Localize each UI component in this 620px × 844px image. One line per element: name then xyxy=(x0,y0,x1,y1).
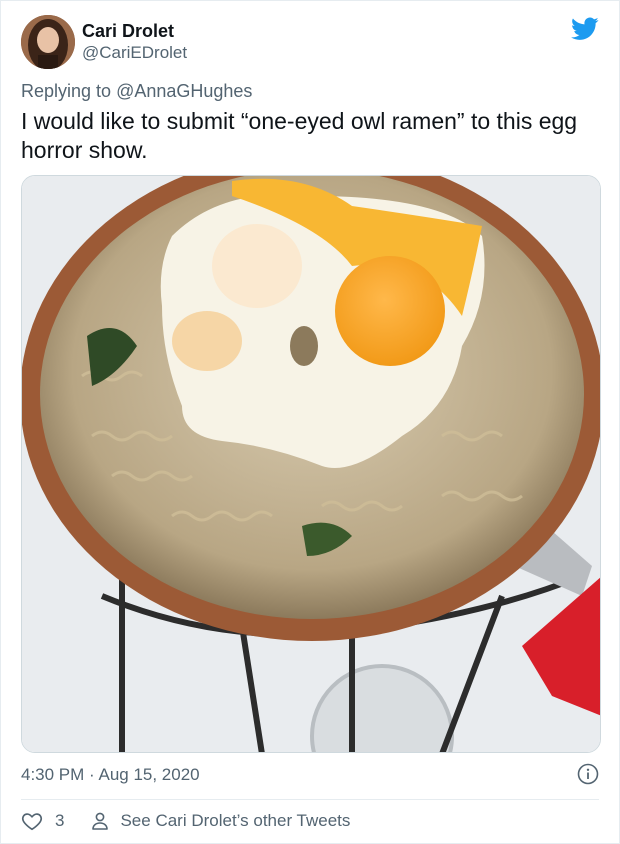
tweet-actions: 3 See Cari Drolet’s other Tweets xyxy=(21,807,350,835)
see-other-tweets-label: See Cari Drolet’s other Tweets xyxy=(120,811,351,830)
avatar[interactable] xyxy=(21,15,75,69)
replying-prefix: Replying to xyxy=(21,81,112,101)
info-icon[interactable] xyxy=(577,763,599,785)
twitter-bird-icon xyxy=(571,17,599,40)
tweet-card: Cari Drolet @CariEDrolet Replying to @An… xyxy=(0,0,620,844)
tweet-text: I would like to submit “one-eyed owl ram… xyxy=(21,108,578,163)
like-count: 3 xyxy=(55,811,65,830)
like-button[interactable]: 3 xyxy=(21,810,64,832)
author-handle[interactable]: @CariEDrolet xyxy=(82,43,187,63)
tweet-photo[interactable] xyxy=(21,175,601,753)
author-name[interactable]: Cari Drolet xyxy=(82,21,174,42)
heart-icon xyxy=(21,813,43,831)
tweet-timestamp[interactable]: 4:30 PM · Aug 15, 2020 xyxy=(21,765,200,785)
see-other-tweets-link[interactable]: See Cari Drolet’s other Tweets xyxy=(90,811,350,831)
reply-mention-link[interactable]: @AnnaGHughes xyxy=(116,81,252,101)
person-icon xyxy=(92,812,109,830)
divider xyxy=(21,799,599,800)
replying-to: Replying to @AnnaGHughes xyxy=(21,81,252,102)
